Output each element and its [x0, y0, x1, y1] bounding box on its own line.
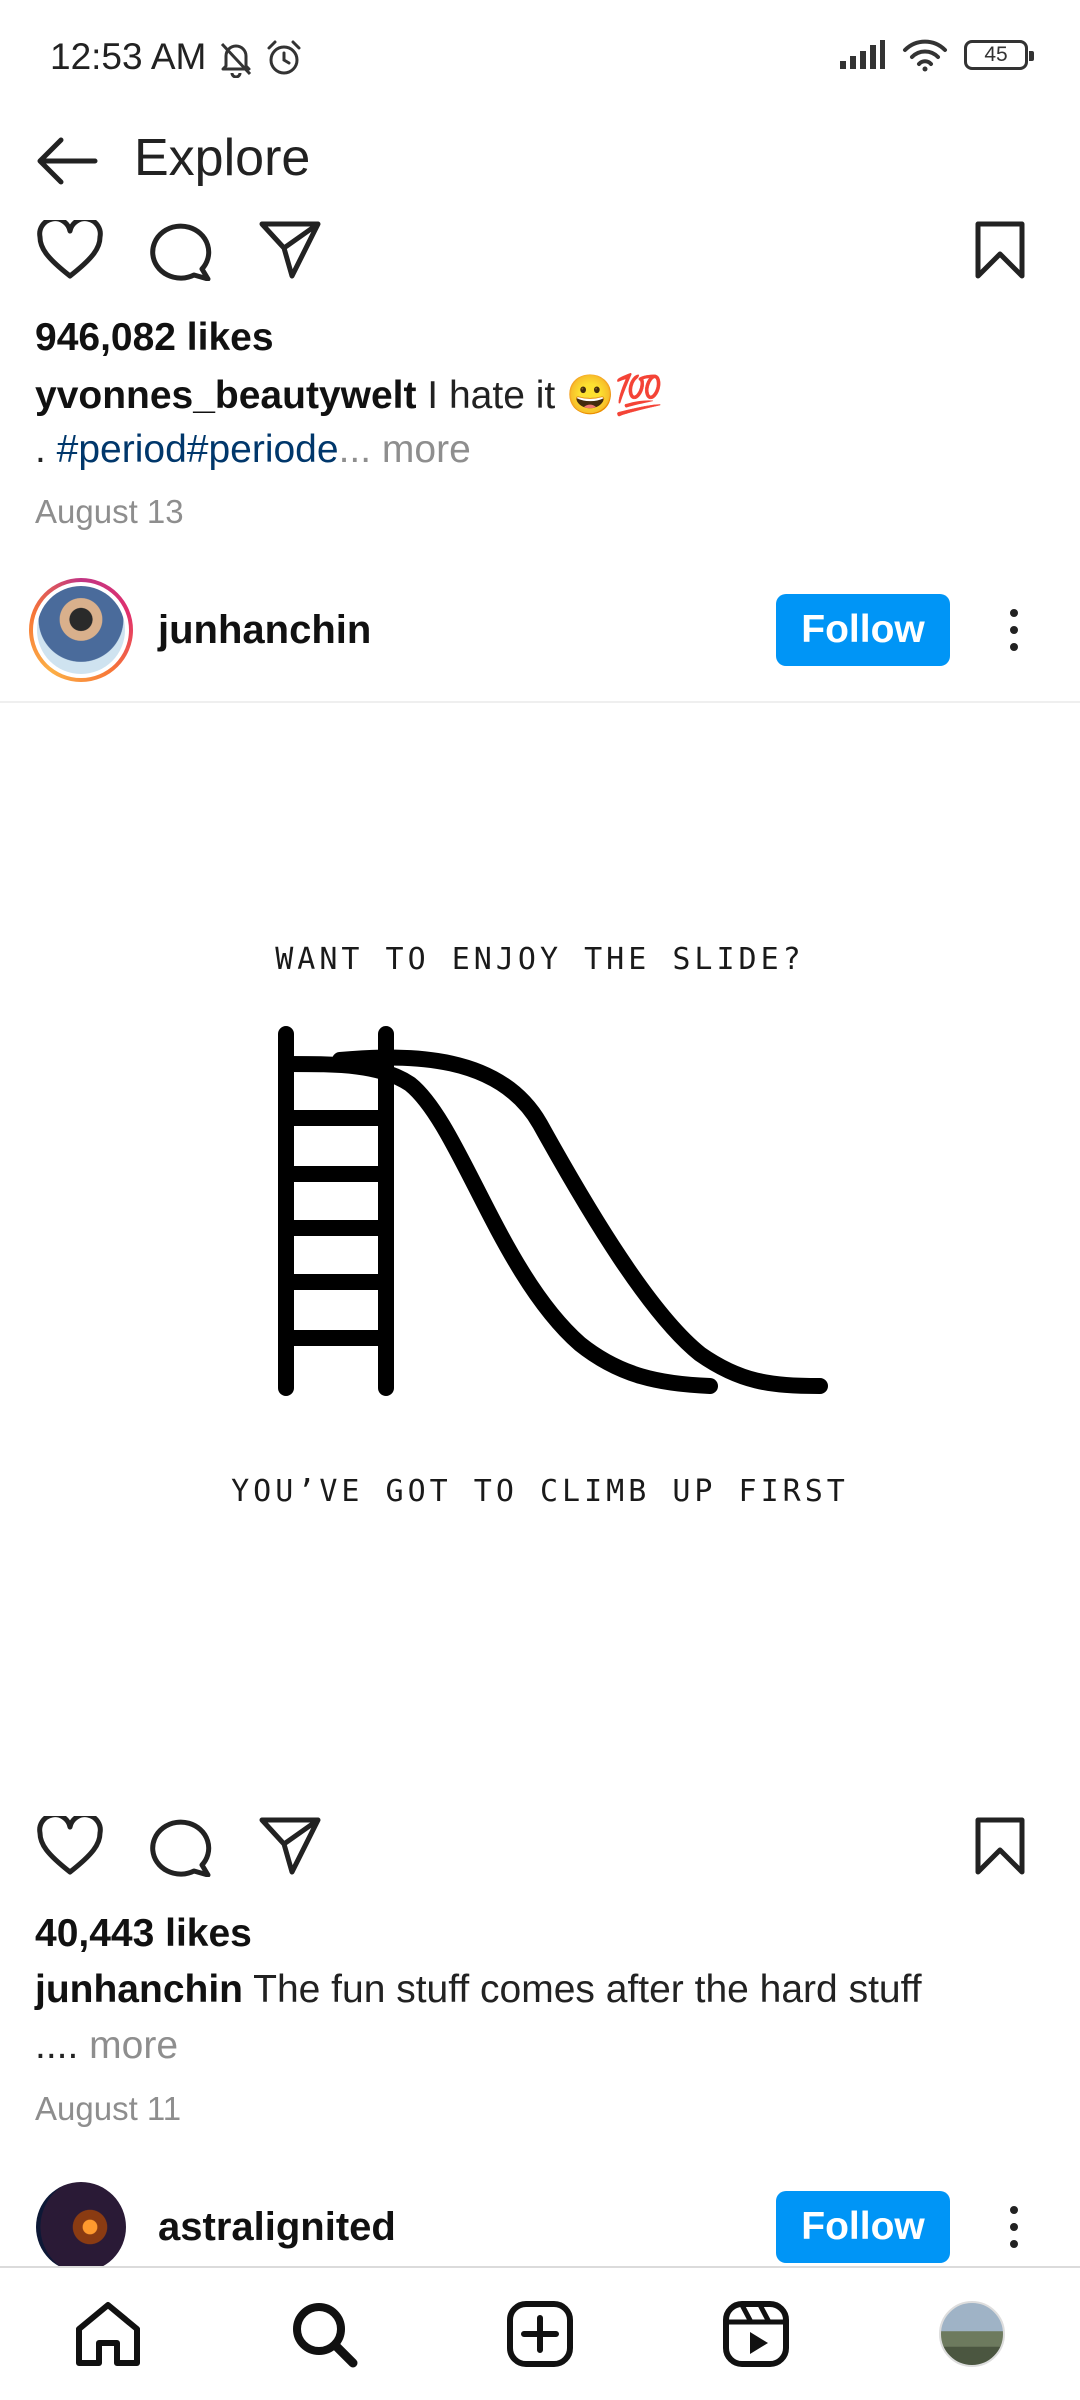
send-icon [259, 1817, 321, 1875]
post2-caption-text: The fun stuff comes after the hard stuff [243, 1968, 922, 2011]
follow-button[interactable]: Follow [776, 2191, 950, 2263]
post1-more-link[interactable]: ... more [339, 428, 471, 471]
more-options-icon[interactable] [994, 594, 1034, 666]
post1-likes[interactable]: 946,082 likes [35, 316, 274, 360]
post1-action-row [0, 210, 1080, 300]
post2-image[interactable]: WANT TO ENJOY THE SLIDE? YOU’VE GOT TO C… [0, 704, 1080, 1784]
reels-icon [723, 2301, 789, 2367]
nav-profile[interactable] [932, 2294, 1012, 2374]
post1-hashtags[interactable]: #period#periode [57, 428, 339, 471]
post3-avatar[interactable] [36, 2182, 126, 2272]
post2-more-link[interactable]: more [78, 2024, 178, 2067]
nav-reels[interactable] [716, 2294, 796, 2374]
post2-username[interactable]: junhanchin [158, 608, 371, 653]
comment-icon [150, 223, 212, 281]
comment-button[interactable] [140, 210, 220, 290]
nav-create[interactable] [500, 2294, 580, 2374]
post1-date: August 13 [35, 493, 184, 530]
post1-caption-line2: . #period#periode... more [35, 428, 471, 471]
slide-illustration [278, 1026, 828, 1396]
heart-icon [37, 220, 103, 279]
nav-search[interactable] [284, 2294, 364, 2374]
nav-home[interactable] [68, 2294, 148, 2374]
comment-button[interactable] [140, 1806, 220, 1886]
bottom-nav [0, 2266, 1080, 2400]
image-text-top: WANT TO ENJOY THE SLIDE? [275, 942, 805, 977]
post3-username[interactable]: astralignited [158, 2205, 396, 2250]
alarm-icon [267, 40, 301, 75]
bookmark-icon [975, 1817, 1025, 1875]
comment-icon [150, 1819, 212, 1877]
follow-button[interactable]: Follow [776, 594, 950, 666]
search-icon [293, 2303, 358, 2368]
bookmark-icon [975, 221, 1025, 279]
post2-caption-username[interactable]: junhanchin [35, 1968, 243, 2011]
post1-caption-username[interactable]: yvonnes_beautywelt [35, 374, 416, 417]
create-icon [507, 2301, 573, 2367]
back-button[interactable] [30, 124, 104, 198]
profile-avatar [939, 2301, 1005, 2367]
battery-indicator: 45 [964, 40, 1034, 70]
save-button[interactable] [960, 210, 1040, 290]
like-button[interactable] [30, 210, 110, 290]
post1-caption: yvonnes_beautywelt I hate it 😀💯 [35, 372, 663, 418]
post1-caption-text: I hate it 😀💯 [416, 374, 664, 417]
back-arrow-icon [37, 137, 98, 185]
post2-likes[interactable]: 40,443 likes [35, 1912, 252, 1956]
like-button[interactable] [30, 1806, 110, 1886]
share-button[interactable] [250, 210, 330, 290]
signal-icon [840, 40, 885, 69]
home-icon [76, 2302, 140, 2366]
wifi-icon [903, 39, 947, 72]
post2-caption-line2: .... more [35, 2024, 179, 2067]
muted-bell-icon [220, 42, 252, 78]
post2-avatar[interactable] [29, 578, 133, 682]
post2-action-row [0, 1806, 1080, 1896]
divider [0, 701, 1080, 703]
share-button[interactable] [250, 1806, 330, 1886]
page-title: Explore [134, 129, 311, 187]
avatar-image [37, 586, 125, 674]
heart-icon [37, 1816, 103, 1875]
image-text-bottom: YOU’VE GOT TO CLIMB UP FIRST [231, 1474, 849, 1509]
post2-date: August 11 [35, 2090, 182, 2127]
save-button[interactable] [960, 1806, 1040, 1886]
status-time: 12:53 AM [50, 36, 207, 77]
more-options-icon[interactable] [994, 2191, 1034, 2263]
post2-caption: junhanchin The fun stuff comes after the… [35, 1968, 922, 2012]
send-icon [259, 221, 321, 279]
